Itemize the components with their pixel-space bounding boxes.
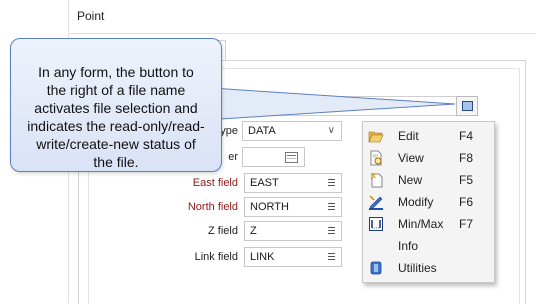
link-field-value: LINK [250, 251, 275, 263]
menu-item-minmax[interactable]: Min/Max F7 [363, 213, 494, 235]
menu-item-new[interactable]: New F5 [363, 169, 494, 191]
north-field-value: NORTH [250, 201, 289, 213]
z-field-input[interactable]: Z [244, 221, 342, 241]
menu-item-view[interactable]: View F8 [363, 147, 494, 169]
menu-item-shortcut: F4 [459, 129, 474, 143]
table-picker-icon[interactable] [285, 152, 298, 163]
parameter-input[interactable] [242, 147, 305, 167]
menu-item-label: Min/Max [398, 217, 444, 231]
menu-item-shortcut: F5 [459, 173, 474, 187]
east-field-input[interactable]: EAST [244, 173, 342, 193]
menu-item-info[interactable]: Info [363, 235, 494, 257]
type-select[interactable]: DATA ∨ [242, 121, 342, 141]
menu-item-label: Modify [398, 195, 434, 209]
file-name-input[interactable] [236, 96, 478, 116]
menu-item-shortcut: F8 [459, 151, 474, 165]
title-divider [69, 33, 536, 34]
chevron-down-icon: ∨ [327, 125, 335, 136]
east-field-label: East field [192, 177, 238, 189]
link-field-input[interactable]: LINK [244, 247, 342, 267]
north-field-label: North field [187, 201, 238, 213]
minmax-icon [369, 217, 383, 231]
file-select-button[interactable] [456, 96, 478, 116]
menu-item-edit[interactable]: Edit F4 [363, 125, 494, 147]
north-field-input[interactable]: NORTH [244, 197, 342, 217]
menu-item-label: Utilities [398, 261, 437, 275]
window-title: Point [77, 9, 105, 23]
menu-item-shortcut: F7 [459, 217, 474, 231]
field-list-icon[interactable] [328, 179, 335, 187]
help-callout-text: In any form, the button to the right of … [27, 64, 205, 170]
menu-item-label: New [398, 173, 423, 187]
field-list-icon[interactable] [328, 227, 335, 235]
folder-open-icon [368, 131, 384, 143]
type-select-value: DATA [248, 125, 276, 137]
file-status-icon [461, 101, 473, 111]
help-callout: In any form, the button to the right of … [10, 38, 222, 172]
z-field-value: Z [250, 225, 257, 237]
link-field-label: Link field [194, 251, 238, 263]
utilities-icon [370, 261, 382, 275]
menu-item-label: Info [398, 239, 419, 253]
menu-item-modify[interactable]: Modify F6 [363, 191, 494, 213]
menu-item-label: Edit [398, 129, 419, 143]
menu-item-utilities[interactable]: Utilities [363, 257, 494, 279]
field-list-icon[interactable] [328, 253, 335, 261]
menu-item-label: View [398, 151, 424, 165]
file-context-menu: Edit F4 View F8 New F5 Modify F6 Min/Max… [362, 121, 495, 283]
modify-icon [369, 195, 383, 210]
menu-item-shortcut: F6 [459, 195, 474, 209]
east-field-value: EAST [250, 177, 279, 189]
field-list-icon[interactable] [328, 203, 335, 211]
new-file-icon [370, 172, 383, 188]
view-file-icon [370, 150, 382, 166]
z-field-label: Z field [208, 225, 238, 237]
